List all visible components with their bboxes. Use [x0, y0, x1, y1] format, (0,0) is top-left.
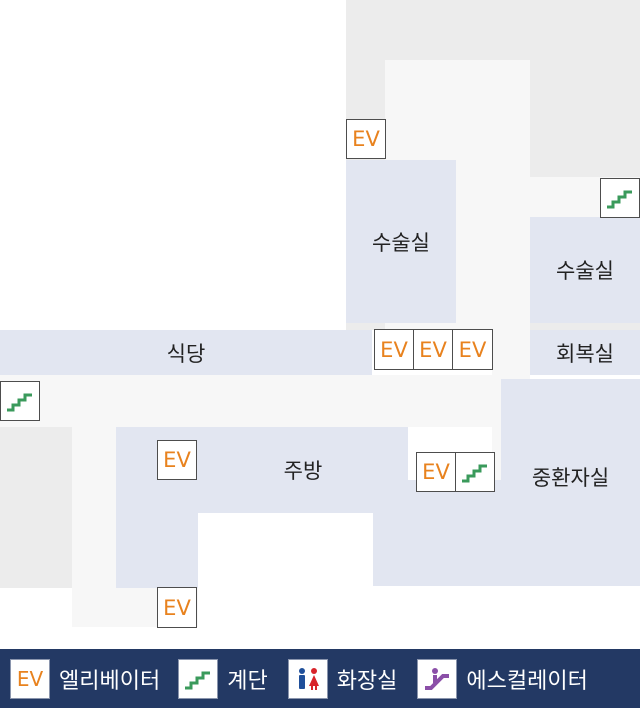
legend-item-elevator: EV 엘리베이터	[10, 658, 161, 699]
stairs-icon-left[interactable]	[0, 381, 40, 421]
legend-label-elevator: 엘리베이터	[59, 668, 161, 694]
legend-item-escalator: 에스컬레이터	[417, 658, 588, 699]
elevator-icon-center-3[interactable]: EV	[452, 329, 493, 370]
legend-label-stairs: 계단	[227, 668, 268, 694]
elevator-icon-lower[interactable]: EV	[416, 452, 456, 492]
room-label: 수술실	[556, 259, 614, 283]
corridor-middle	[0, 375, 530, 427]
legend-label-escalator: 에스컬레이터	[466, 668, 588, 694]
elevator-icon-kitchen[interactable]: EV	[157, 440, 197, 480]
room-label: 식당	[166, 341, 206, 366]
room-surgery-right[interactable]: 수술실	[530, 217, 640, 323]
restroom-icon	[287, 658, 328, 699]
legend-label-restroom: 화장실	[336, 668, 398, 694]
map-area-left	[0, 427, 72, 588]
room-recovery[interactable]: 회복실	[530, 330, 640, 375]
elevator-icon-top[interactable]: EV	[346, 119, 386, 159]
room-surgery-center[interactable]: 수술실	[346, 160, 456, 323]
room-cafeteria[interactable]: 식당	[0, 330, 372, 375]
stairs-icon-lower[interactable]	[455, 452, 495, 492]
room-label: 수술실	[372, 230, 430, 255]
elevator-icon-bottom[interactable]: EV	[157, 587, 197, 628]
escalator-icon	[417, 658, 458, 699]
legend-item-stairs: 계단	[178, 658, 268, 699]
elevator-icon-center-1[interactable]: EV	[374, 329, 414, 370]
legend-item-restroom: 화장실	[287, 658, 398, 699]
room-label: 회복실	[556, 341, 614, 366]
stairs-icon-top-right[interactable]	[600, 178, 640, 218]
room-icu[interactable]: 중환자실	[501, 379, 640, 586]
legend-bar: EV 엘리베이터 계단 화장실 에스컬레이터	[0, 649, 640, 708]
elevator-icon-center-2[interactable]: EV	[413, 329, 453, 370]
room-label: 주방	[283, 459, 323, 483]
stairs-icon	[178, 658, 219, 699]
room-label: 중환자실	[531, 465, 610, 490]
elevator-legend-icon: EV	[10, 658, 50, 699]
